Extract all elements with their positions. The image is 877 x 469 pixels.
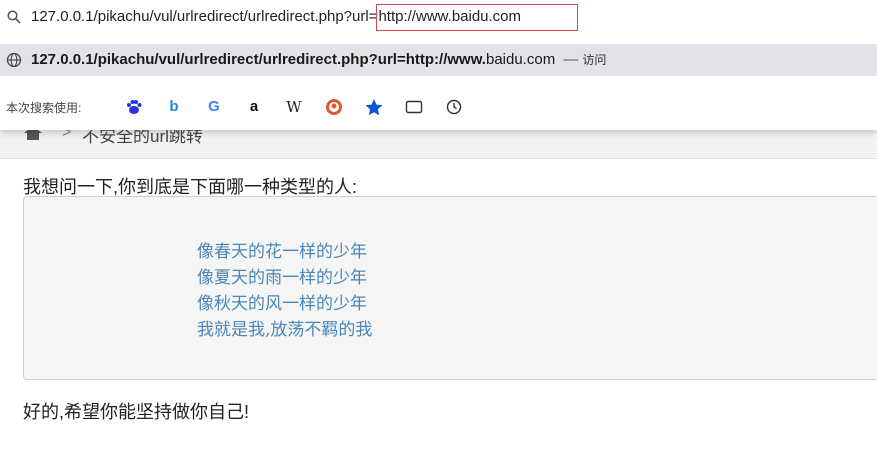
tabs-icon[interactable] bbox=[403, 96, 425, 118]
suggestion-url-bold: 127.0.0.1/pikachu/vul/urlredirect/urlred… bbox=[31, 51, 486, 68]
history-icon[interactable] bbox=[443, 96, 465, 118]
url-highlight: http://www.baidu.com bbox=[376, 4, 579, 31]
globe-icon bbox=[6, 52, 22, 68]
google-icon[interactable]: G bbox=[203, 96, 225, 118]
search-icon bbox=[7, 10, 21, 24]
bookmarks-icon[interactable] bbox=[363, 96, 385, 118]
duckduckgo-icon[interactable] bbox=[323, 96, 345, 118]
address-bar-dropdown: 127.0.0.1/pikachu/vul/urlredirect/urlred… bbox=[0, 0, 877, 130]
address-bar[interactable]: 127.0.0.1/pikachu/vul/urlredirect/urlred… bbox=[0, 0, 877, 36]
answer-link-summer[interactable]: 像夏天的雨一样的少年 bbox=[197, 263, 367, 288]
search-engines-label: 本次搜索使用: bbox=[6, 101, 82, 115]
answer-link-spring[interactable]: 像春天的花一样的少年 bbox=[197, 237, 367, 262]
wikipedia-icon[interactable]: W bbox=[283, 96, 305, 118]
suggestion-url-rest: baidu.com bbox=[485, 51, 556, 68]
closing-text: 好的,希望你能坚持做你自己! bbox=[23, 402, 250, 422]
answers-box bbox=[23, 196, 877, 380]
url-input[interactable]: 127.0.0.1/pikachu/vul/urlredirect/urlred… bbox=[31, 4, 579, 31]
suggestion-url: 127.0.0.1/pikachu/vul/urlredirect/urlred… bbox=[31, 51, 606, 68]
answer-link-autumn[interactable]: 像秋天的风一样的少年 bbox=[197, 289, 367, 314]
url-prefix: 127.0.0.1/pikachu/vul/urlredirect/urlred… bbox=[31, 8, 378, 25]
answer-link-myself[interactable]: 我就是我,放荡不羁的我 bbox=[197, 315, 372, 340]
amazon-icon[interactable]: a bbox=[243, 96, 265, 118]
baidu-icon[interactable] bbox=[123, 96, 145, 118]
visit-label: 访问 bbox=[582, 53, 607, 67]
search-engine-bar: 本次搜索使用: b G a W bbox=[0, 90, 877, 124]
suggestion-dash: — bbox=[563, 51, 579, 68]
bing-icon[interactable]: b bbox=[163, 96, 185, 118]
url-suggestion[interactable]: 127.0.0.1/pikachu/vul/urlredirect/urlred… bbox=[0, 44, 877, 76]
